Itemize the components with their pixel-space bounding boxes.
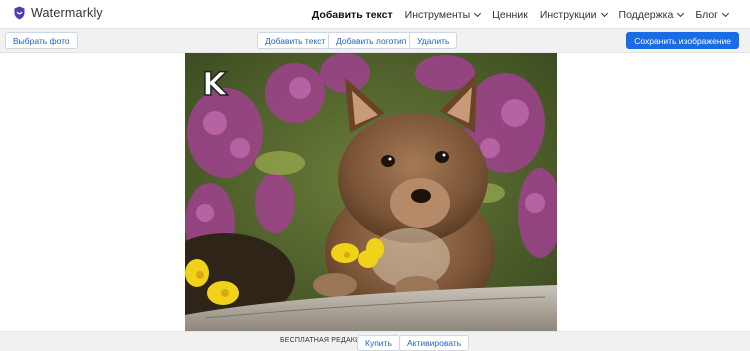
add-text-button[interactable]: Добавить текст xyxy=(257,32,334,49)
chevron-down-icon xyxy=(474,9,482,17)
buy-button[interactable]: Купить xyxy=(357,335,400,351)
chevron-down-icon xyxy=(721,9,730,17)
nav-label: Инструкции xyxy=(539,8,597,21)
nav-label: Добавить текст xyxy=(311,8,393,21)
delete-button[interactable]: Удалить xyxy=(409,32,458,49)
save-image-button[interactable]: Сохранить изображение xyxy=(626,32,739,49)
main-nav: Добавить текст Инструменты Ценник Инстру… xyxy=(312,0,730,29)
watermark-text[interactable]: K xyxy=(201,64,227,104)
app-window: Watermarkly Добавить текст Инструменты Ц… xyxy=(0,0,750,351)
nav-blog[interactable]: Блог xyxy=(695,8,730,21)
editor-canvas: K xyxy=(0,53,750,331)
chevron-down-icon xyxy=(677,9,685,17)
editor-toolbar: Выбрать фото Добавить текст Добавить лог… xyxy=(0,29,750,53)
top-navbar: Watermarkly Добавить текст Инструменты Ц… xyxy=(0,0,750,29)
nav-instructions[interactable]: Инструкции xyxy=(539,8,608,21)
chevron-down-icon xyxy=(600,9,608,17)
nav-label: Ценник xyxy=(492,8,528,21)
nav-label: Инструменты xyxy=(404,8,471,21)
fox-cub-photo-image xyxy=(185,53,557,331)
brand-name: Watermarkly xyxy=(31,6,103,20)
license-bar: БЕСПЛАТНАЯ РЕДАКЦИЯ Купить Активировать xyxy=(0,331,750,351)
nav-add-text[interactable]: Добавить текст xyxy=(312,9,393,21)
uploaded-photo[interactable]: K xyxy=(185,53,557,331)
shield-logo-icon xyxy=(14,6,25,20)
nav-label: Поддержка xyxy=(618,8,674,21)
add-logo-button[interactable]: Добавить логотип xyxy=(328,32,415,49)
nav-pricing[interactable]: Ценник xyxy=(492,9,528,21)
nav-support[interactable]: Поддержка xyxy=(618,8,685,21)
nav-tools[interactable]: Инструменты xyxy=(404,8,482,21)
select-photo-button[interactable]: Выбрать фото xyxy=(5,32,78,49)
nav-label: Блог xyxy=(695,8,718,21)
activate-button[interactable]: Активировать xyxy=(399,335,470,351)
brand-logo[interactable]: Watermarkly xyxy=(14,6,103,20)
